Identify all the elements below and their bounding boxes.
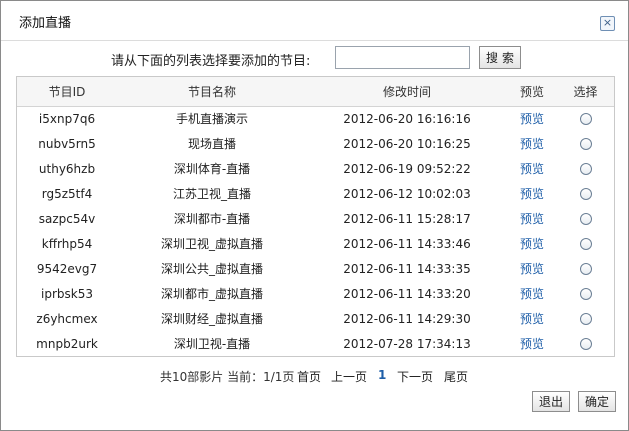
program-name: 深圳公共_虚拟直播 bbox=[160, 262, 263, 276]
modified-time: 2012-06-11 14:33:46 bbox=[343, 236, 471, 251]
program-id: rg5z5tf4 bbox=[41, 186, 93, 201]
select-radio[interactable] bbox=[579, 138, 592, 150]
select-radio[interactable] bbox=[579, 113, 592, 126]
program-id: i5xnp7q6 bbox=[38, 111, 96, 126]
select-radio[interactable] bbox=[579, 338, 592, 350]
dialog-title: 添加直播 bbox=[19, 16, 72, 31]
header-select: 选择 bbox=[557, 77, 614, 107]
preview-link[interactable]: 预览 bbox=[520, 287, 544, 301]
program-id: 9542evg7 bbox=[36, 261, 98, 276]
modified-time: 2012-06-20 16:16:16 bbox=[343, 111, 471, 126]
modified-time: 2012-06-12 10:02:03 bbox=[343, 186, 471, 201]
program-table-container: 节目ID 节目名称 修改时间 预览 选择 i5xnp7q6 手机直播演示 201… bbox=[16, 76, 615, 357]
select-radio[interactable] bbox=[579, 263, 592, 275]
program-name: 深圳卫视-直播 bbox=[173, 337, 251, 351]
program-table: 节目ID 节目名称 修改时间 预览 选择 i5xnp7q6 手机直播演示 201… bbox=[17, 77, 614, 356]
pager-first-link[interactable]: 首页 bbox=[297, 368, 321, 385]
table-row: sazpc54v 深圳都市-直播 2012-06-11 15:28:17 预览 bbox=[17, 206, 614, 231]
select-radio[interactable] bbox=[579, 288, 592, 300]
search-row: 请从下面的列表选择要添加的节目: 搜索 bbox=[1, 44, 628, 72]
program-name: 手机直播演示 bbox=[175, 112, 248, 127]
program-id: z6yhcmex bbox=[36, 311, 98, 326]
program-name: 深圳体育-直播 bbox=[173, 162, 251, 176]
select-radio[interactable] bbox=[579, 313, 592, 325]
program-name: 深圳卫视_虚拟直播 bbox=[160, 237, 263, 251]
preview-link[interactable]: 预览 bbox=[520, 112, 544, 126]
select-radio[interactable] bbox=[579, 188, 592, 200]
preview-link[interactable]: 预览 bbox=[520, 312, 544, 326]
modified-time: 2012-06-20 10:16:25 bbox=[343, 136, 471, 151]
pager-last-link[interactable]: 尾页 bbox=[444, 368, 468, 385]
program-name: 江苏卫视_直播 bbox=[172, 187, 251, 201]
pager-current-page: 1 bbox=[378, 368, 387, 382]
header-modified-time: 修改时间 bbox=[307, 77, 507, 107]
select-radio[interactable] bbox=[579, 163, 592, 175]
modified-time: 2012-06-11 14:29:30 bbox=[343, 311, 471, 326]
exit-button[interactable]: 退出 bbox=[532, 391, 570, 412]
confirm-button[interactable]: 确定 bbox=[578, 391, 616, 412]
modified-time: 2012-07-28 17:34:13 bbox=[343, 336, 471, 351]
program-id: iprbsk53 bbox=[41, 286, 93, 301]
header-preview: 预览 bbox=[507, 77, 557, 107]
pager-summary: 共10部影片 当前：1/1页 bbox=[160, 370, 295, 384]
program-id: uthy6hzb bbox=[38, 161, 96, 176]
table-row: nubv5rn5 现场直播 2012-06-20 10:16:25 预览 bbox=[17, 131, 614, 156]
header-program-name: 节目名称 bbox=[117, 77, 307, 107]
modified-time: 2012-06-11 14:33:20 bbox=[343, 286, 471, 301]
table-row: i5xnp7q6 手机直播演示 2012-06-20 16:16:16 预览 bbox=[17, 106, 614, 131]
dialog-titlebar: 添加直播 × bbox=[1, 1, 628, 41]
table-row: iprbsk53 深圳都市_虚拟直播 2012-06-11 14:33:20 预… bbox=[17, 281, 614, 306]
select-radio[interactable] bbox=[579, 213, 592, 225]
table-row: uthy6hzb 深圳体育-直播 2012-06-19 09:52:22 预览 bbox=[17, 156, 614, 181]
add-live-dialog: 添加直播 × 请从下面的列表选择要添加的节目: 搜索 节目ID 节目名称 修改时… bbox=[0, 0, 629, 431]
table-row: 9542evg7 深圳公共_虚拟直播 2012-06-11 14:33:35 预… bbox=[17, 256, 614, 281]
search-label: 请从下面的列表选择要添加的节目: bbox=[111, 54, 311, 69]
modified-time: 2012-06-19 09:52:22 bbox=[343, 161, 471, 176]
preview-link[interactable]: 预览 bbox=[520, 262, 544, 276]
table-row: z6yhcmex 深圳财经_虚拟直播 2012-06-11 14:29:30 预… bbox=[17, 306, 614, 331]
preview-link[interactable]: 预览 bbox=[520, 212, 544, 226]
modified-time: 2012-06-11 14:33:35 bbox=[343, 261, 471, 276]
preview-link[interactable]: 预览 bbox=[520, 237, 544, 251]
pager-next-link[interactable]: 下一页 bbox=[397, 368, 433, 385]
table-row: mnpb2urk 深圳卫视-直播 2012-07-28 17:34:13 预览 bbox=[17, 331, 614, 356]
pager-prev-link[interactable]: 上一页 bbox=[331, 368, 367, 385]
preview-link[interactable]: 预览 bbox=[520, 187, 544, 201]
program-id: kffrhp54 bbox=[41, 236, 93, 251]
program-id: mnpb2urk bbox=[36, 336, 98, 351]
table-header-row: 节目ID 节目名称 修改时间 预览 选择 bbox=[17, 77, 614, 107]
preview-link[interactable]: 预览 bbox=[520, 137, 544, 151]
preview-link[interactable]: 预览 bbox=[520, 337, 544, 351]
search-input[interactable] bbox=[335, 46, 470, 69]
program-id: sazpc54v bbox=[38, 211, 96, 226]
program-name: 现场直播 bbox=[187, 137, 236, 151]
table-row: rg5z5tf4 江苏卫视_直播 2012-06-12 10:02:03 预览 bbox=[17, 181, 614, 206]
select-radio[interactable] bbox=[579, 238, 592, 250]
program-name: 深圳都市_虚拟直播 bbox=[160, 287, 263, 301]
close-icon[interactable]: × bbox=[600, 16, 615, 31]
program-id: nubv5rn5 bbox=[38, 136, 96, 151]
header-program-id: 节目ID bbox=[17, 77, 117, 107]
search-button[interactable]: 搜索 bbox=[479, 46, 521, 69]
modified-time: 2012-06-11 15:28:17 bbox=[343, 211, 471, 226]
program-name: 深圳财经_虚拟直播 bbox=[160, 312, 263, 326]
preview-link[interactable]: 预览 bbox=[520, 162, 544, 176]
table-row: kffrhp54 深圳卫视_虚拟直播 2012-06-11 14:33:46 预… bbox=[17, 231, 614, 256]
program-name: 深圳都市-直播 bbox=[173, 212, 251, 226]
